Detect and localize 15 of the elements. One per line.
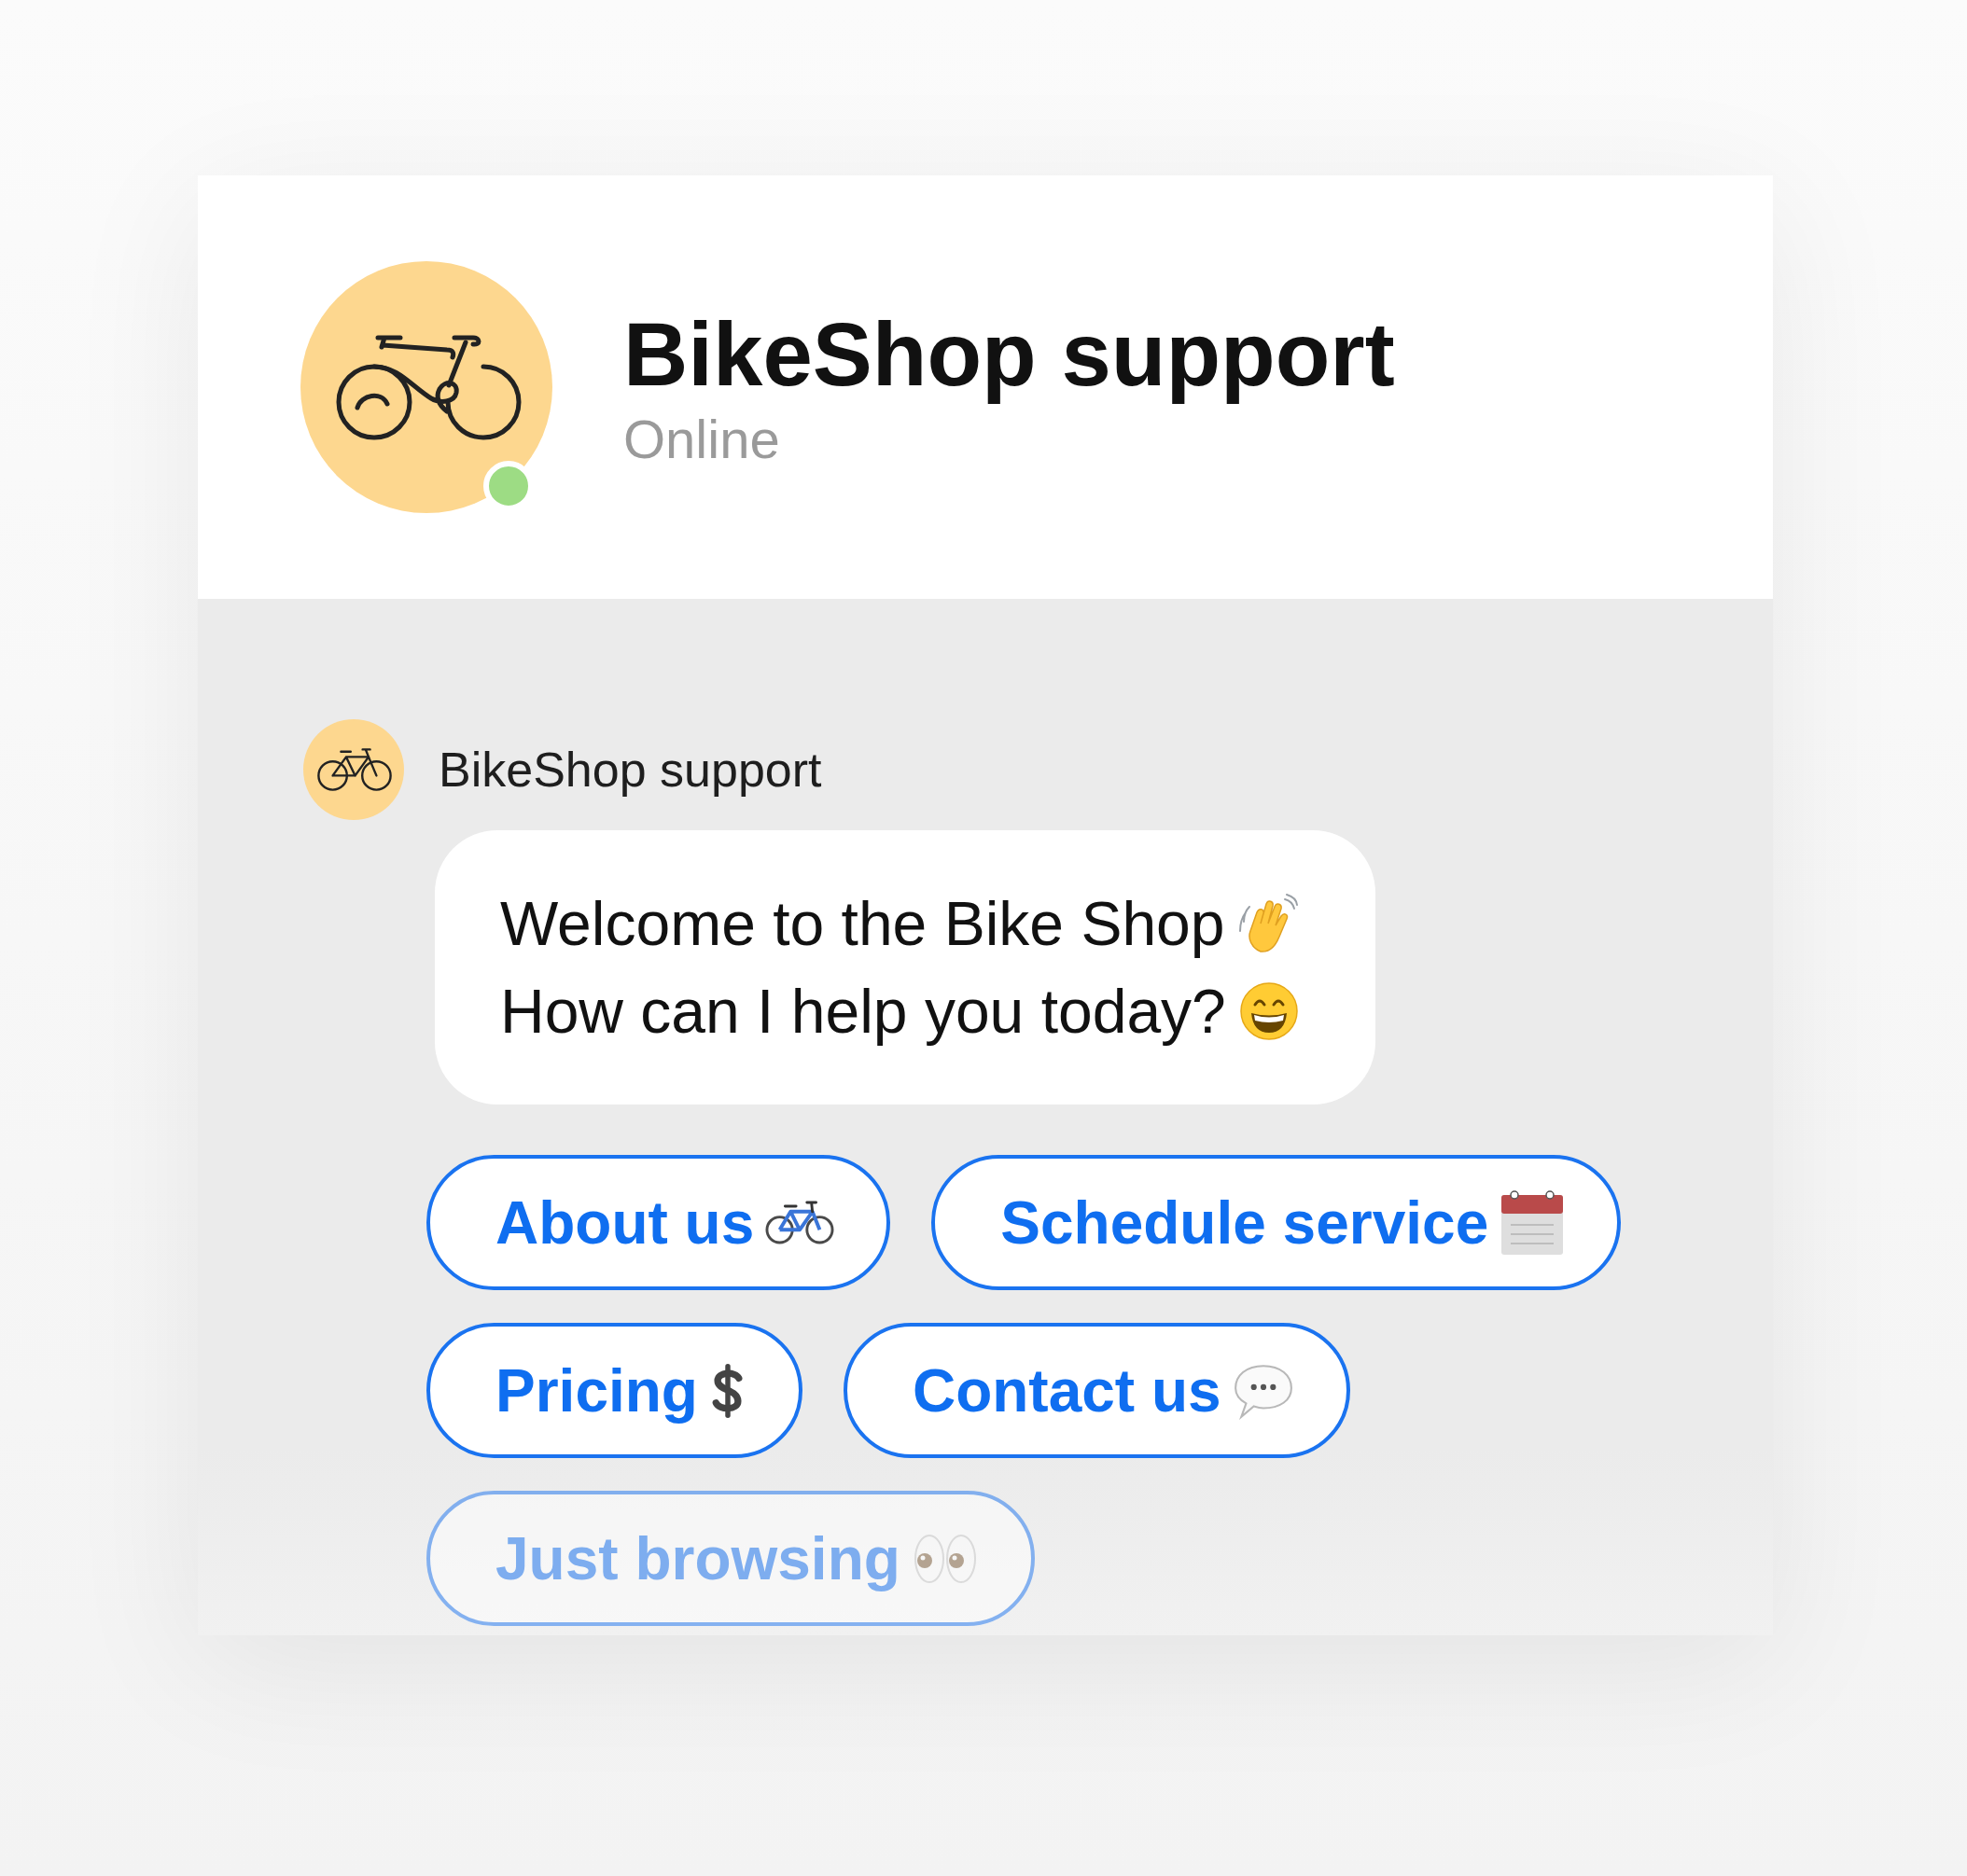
quick-reply-button[interactable]: Schedule service [931,1155,1622,1290]
bicycle-icon [765,1200,835,1245]
quick-reply-button[interactable]: About us [426,1155,891,1290]
bicycle-avatar-icon [303,719,404,820]
bicycle-avatar-icon [300,261,552,513]
status-text: Online [623,408,780,471]
chat-title: BikeShop support [623,303,1395,406]
waving-hand-icon [1237,894,1298,953]
message-text: Welcome to the Bike Shop [500,888,1225,959]
quick-reply-button[interactable]: Contact us [843,1323,1350,1458]
quick-reply-button[interactable]: Pricing [426,1323,802,1458]
sender-name: BikeShop support [439,742,822,798]
grinning-face-icon [1238,981,1299,1041]
calendar-icon [1500,1188,1566,1257]
message-text: How can I help you today? [500,976,1226,1047]
